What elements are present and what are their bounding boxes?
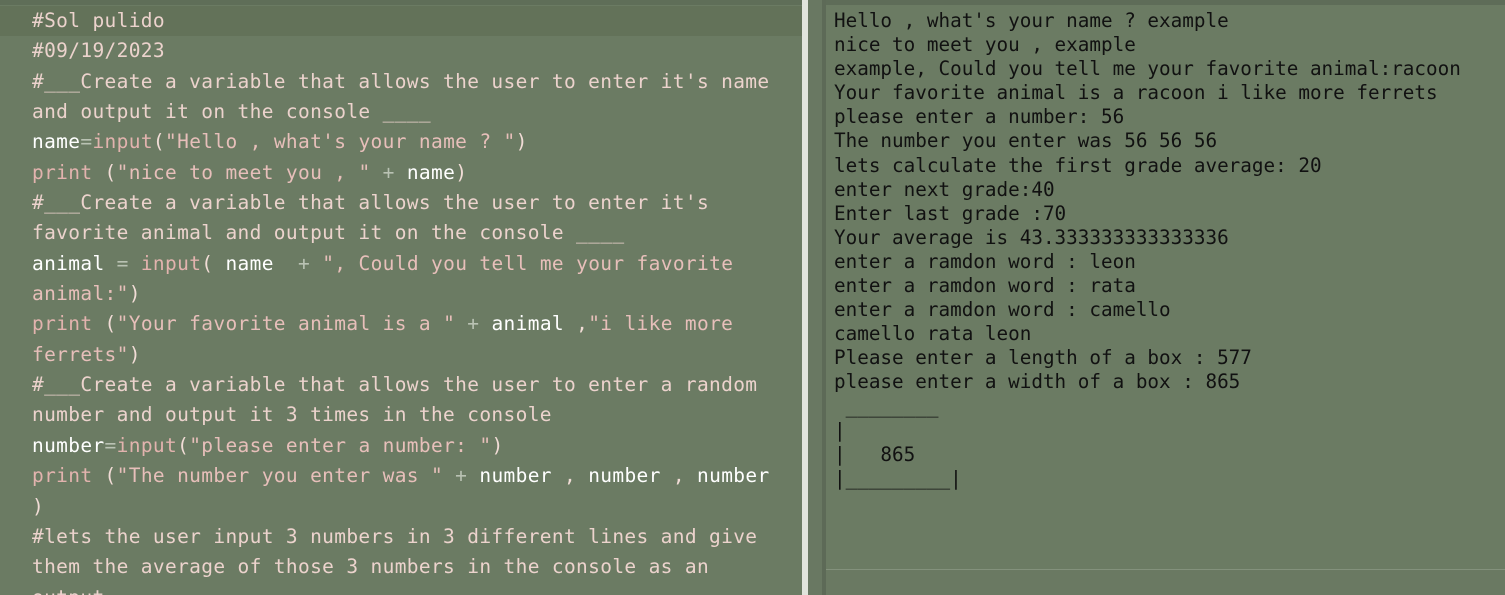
code-line[interactable]: animal = input( name + ", Could you tell… bbox=[32, 249, 792, 310]
console-line: ________ bbox=[834, 394, 939, 418]
code-token-var: number bbox=[697, 464, 770, 488]
code-token-str: "Your favorite animal is a " bbox=[116, 312, 456, 336]
code-token-punc: ) bbox=[491, 433, 504, 457]
code-token-var: number bbox=[32, 433, 105, 457]
code-token-var: name bbox=[32, 130, 81, 154]
code-token-punc: ) bbox=[128, 342, 141, 366]
console-line: |_________| bbox=[834, 466, 962, 490]
console-line: enter next grade:40 bbox=[834, 177, 1055, 201]
console-line: nice to meet you , example bbox=[834, 33, 1136, 57]
code-editor-pane[interactable]: #Sol pulido #09/19/2023 #___Create a varia… bbox=[0, 0, 802, 595]
code-token-punc: , bbox=[660, 464, 698, 488]
code-line[interactable]: #Sol pulido bbox=[32, 6, 792, 36]
code-token-op: + bbox=[455, 312, 492, 336]
console-line: | 865 bbox=[834, 442, 916, 466]
console-line: example, Could you tell me your favorite… bbox=[834, 57, 1461, 81]
code-token-op: = bbox=[104, 251, 141, 275]
console-line: Your average is 43.333333333333336 bbox=[834, 225, 1229, 249]
console-output-text: Hello , what's your name ? example nice t… bbox=[834, 9, 1461, 491]
console-line: Your favorite animal is a racoon i like … bbox=[834, 81, 1438, 105]
code-token-fn: input bbox=[116, 433, 178, 457]
code-line[interactable]: #___Create a variable that allows the us… bbox=[32, 188, 792, 249]
console-line: enter a ramdon word : leon bbox=[834, 249, 1136, 273]
pane-splitter[interactable] bbox=[802, 0, 822, 595]
console-line: Hello , what's your name ? example bbox=[834, 9, 1229, 32]
code-token-comment: #lets the user input 3 numbers in 3 diff… bbox=[32, 524, 758, 595]
code-line[interactable]: print ("nice to meet you , " + name) bbox=[32, 158, 792, 188]
code-token-str: "nice to meet you , " bbox=[116, 160, 371, 184]
code-token-punc: ( bbox=[92, 312, 117, 336]
code-token-punc: , bbox=[551, 464, 589, 488]
code-token-punc: ) bbox=[128, 282, 141, 306]
code-token-punc: ) bbox=[515, 130, 528, 154]
code-token-var: animal bbox=[32, 251, 105, 275]
code-token-var: number bbox=[479, 464, 552, 488]
code-token-fn: print bbox=[32, 160, 93, 184]
code-token-str: "please enter a number: " bbox=[189, 433, 492, 457]
console-line: lets calculate the first grade average: … bbox=[834, 153, 1322, 177]
code-token-comment: #___Create a variable that allows the us… bbox=[32, 373, 770, 427]
code-token-punc: ( bbox=[152, 130, 166, 154]
code-token-punc: ( bbox=[177, 433, 190, 457]
console-line: Enter last grade :70 bbox=[834, 201, 1067, 225]
splitter-bar[interactable] bbox=[802, 0, 808, 595]
code-token-var: number bbox=[588, 464, 661, 488]
code-token-var: animal bbox=[491, 312, 564, 336]
console-line: camello rata leon bbox=[834, 322, 1032, 346]
code-token-str: "Hello , what's your name ? " bbox=[165, 130, 516, 154]
code-token-fn: input bbox=[140, 251, 202, 275]
code-token-punc: ( bbox=[201, 251, 226, 275]
code-line[interactable]: number=input("please enter a number: ") bbox=[32, 431, 792, 461]
code-token-fn: input bbox=[92, 130, 153, 154]
code-line[interactable]: print ("Your favorite animal is a " + an… bbox=[32, 309, 792, 370]
code-token-comment: #Sol pulido bbox=[32, 9, 165, 32]
code-token-var: name bbox=[225, 251, 274, 275]
code-line[interactable]: #lets the user input 3 numbers in 3 diff… bbox=[32, 522, 792, 595]
code-token-op: = bbox=[104, 433, 117, 457]
code-line[interactable]: #09/19/2023 bbox=[32, 36, 792, 66]
code-token-punc: ( bbox=[92, 464, 117, 488]
code-token-fn: print bbox=[32, 464, 93, 488]
console-input-bar[interactable] bbox=[826, 569, 1505, 595]
code-line[interactable]: #___Create a variable that allows the us… bbox=[32, 370, 792, 431]
code-text-area[interactable]: #Sol pulido #09/19/2023 #___Create a varia… bbox=[32, 6, 792, 595]
console-line: The number you enter was 56 56 56 bbox=[834, 129, 1218, 153]
console-line: please enter a width of a box : 865 bbox=[834, 370, 1241, 394]
code-token-punc: , bbox=[564, 312, 589, 336]
code-token-comment: #___Create a variable that allows the us… bbox=[32, 191, 722, 245]
code-token-var: name bbox=[406, 160, 456, 184]
console-line: enter a ramdon word : camello bbox=[834, 298, 1171, 322]
code-token-fn: print bbox=[32, 312, 93, 336]
code-line[interactable]: name=input("Hello , what's your name ? "… bbox=[32, 127, 792, 157]
console-top-border bbox=[826, 0, 1505, 5]
console-line: | bbox=[834, 418, 846, 442]
code-token-op: = bbox=[80, 130, 93, 154]
console-caret bbox=[822, 320, 826, 350]
console-output-pane[interactable]: Hello , what's your name ? example nice t… bbox=[822, 0, 1505, 595]
code-token-punc: ( bbox=[92, 160, 117, 184]
code-token-str: "The number you enter was " bbox=[116, 464, 444, 488]
console-line: Please enter a length of a box : 577 bbox=[834, 346, 1252, 370]
code-token-comment: #09/19/2023 bbox=[32, 39, 165, 63]
console-line: enter a ramdon word : rata bbox=[834, 274, 1136, 298]
console-line: please enter a number: 56 bbox=[834, 105, 1125, 129]
editor-top-border bbox=[0, 0, 802, 5]
code-token-op: + bbox=[273, 251, 323, 275]
code-token-op: + bbox=[370, 160, 407, 184]
code-token-op: + bbox=[443, 464, 480, 488]
code-token-punc: ) bbox=[455, 160, 468, 184]
code-token-comment: #___Create a variable that allows the us… bbox=[32, 69, 782, 124]
code-line[interactable]: print ("The number you enter was " + num… bbox=[32, 461, 792, 522]
code-line[interactable]: #___Create a variable that allows the us… bbox=[32, 67, 792, 128]
